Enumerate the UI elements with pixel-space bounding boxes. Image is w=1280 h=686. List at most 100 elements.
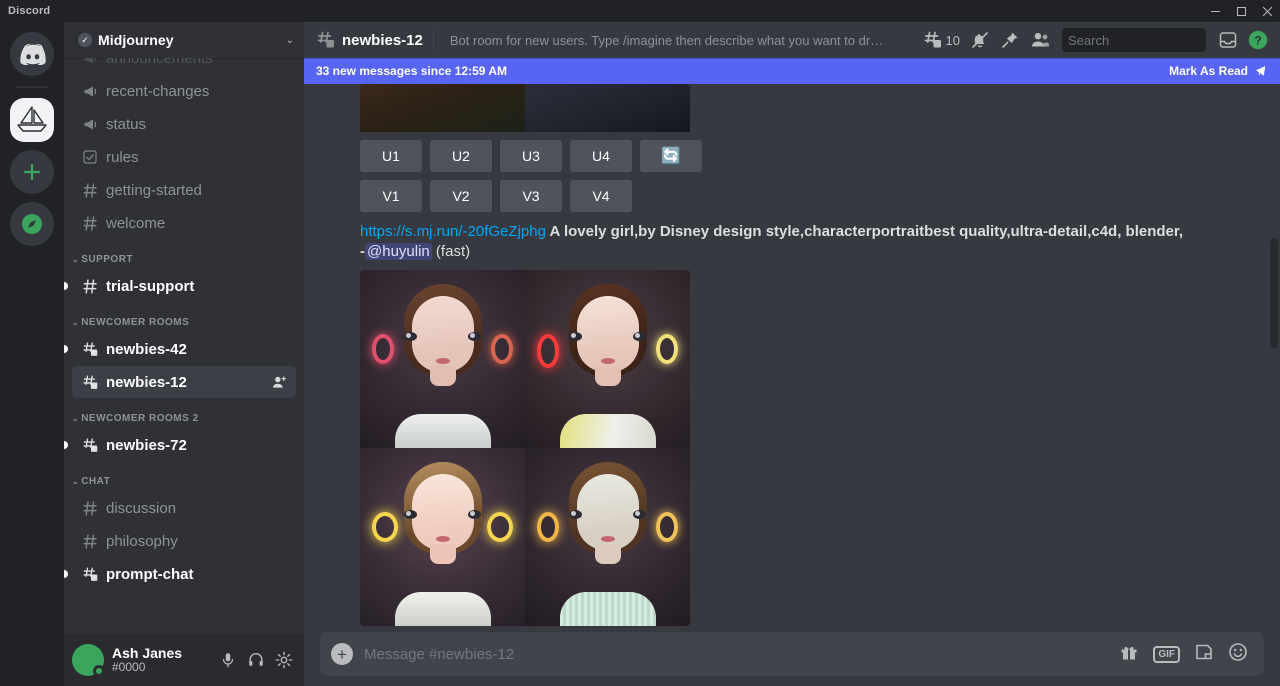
sidebar-channel-discussion[interactable]: discussion [72, 492, 296, 524]
mark-as-read-label: Mark As Read [1169, 64, 1248, 78]
message-list[interactable]: U1 U2 U3 U4 🔄 V1 V2 V3 V4 https:// [304, 58, 1280, 632]
category-support[interactable]: ⌄ SUPPORT [64, 240, 304, 269]
sidebar-channel-recent-changes[interactable]: recent-changes [72, 75, 296, 107]
megaphone-icon [80, 116, 100, 133]
headset-icon[interactable] [244, 648, 268, 672]
mark-as-read-button[interactable]: Mark As Read [1169, 64, 1268, 78]
explore-servers-button[interactable] [10, 202, 54, 246]
channel-label: getting-started [106, 182, 288, 199]
grid-image-4[interactable] [525, 448, 690, 626]
mic-icon[interactable] [216, 648, 240, 672]
prompt-speed-suffix: (fast) [432, 243, 470, 260]
button-reroll[interactable]: 🔄 [640, 140, 702, 172]
guild-header[interactable]: ✓ Midjourney ⌄ [64, 22, 304, 58]
button-u1[interactable]: U1 [360, 140, 422, 172]
button-v4[interactable]: V4 [570, 180, 632, 212]
sidebar-channel-prompt-chat[interactable]: prompt-chat [72, 558, 296, 590]
channel-label: prompt-chat [106, 566, 288, 583]
member-list-button[interactable] [1026, 26, 1054, 54]
settings-gear-icon[interactable] [272, 648, 296, 672]
button-u3[interactable]: U3 [500, 140, 562, 172]
grid-image-2[interactable] [525, 270, 690, 448]
composer-placeholder[interactable]: Message #newbies-12 [364, 646, 1119, 663]
unread-indicator [64, 345, 68, 353]
chevron-down-icon: ⌄ [72, 477, 79, 486]
thread-hash-icon [80, 341, 100, 358]
plus-icon [22, 162, 42, 182]
user-name: Ash Janes [112, 646, 208, 661]
search-box[interactable] [1062, 28, 1206, 52]
server-home-button[interactable] [10, 32, 54, 76]
message-attachment-grid[interactable] [360, 270, 690, 626]
button-u4[interactable]: U4 [570, 140, 632, 172]
channel-sidebar: ✓ Midjourney ⌄ announcements recent-chan… [64, 22, 304, 686]
button-v3[interactable]: V3 [500, 180, 562, 212]
channel-label: welcome [106, 215, 288, 232]
user-panel-icons [216, 648, 296, 672]
threads-button[interactable]: 10 [919, 26, 964, 54]
category-label: SUPPORT [81, 254, 133, 265]
user-tag: #0000 [112, 661, 208, 674]
server-midjourney-button[interactable] [10, 98, 54, 142]
sidebar-channel-trial-support[interactable]: trial-support [72, 270, 296, 302]
status-online-indicator [93, 665, 105, 677]
emoji-icon[interactable] [1228, 642, 1248, 667]
message-composer: + Message #newbies-12 GIF [304, 632, 1280, 686]
user-info[interactable]: Ash Janes #0000 [112, 646, 208, 675]
sidebar-channel-philosophy[interactable]: philosophy [72, 525, 296, 557]
sidebar-channel-newbies-42[interactable]: newbies-42 [72, 333, 296, 365]
sailboat-icon [15, 105, 49, 135]
sidebar-channel-rules[interactable]: rules [72, 141, 296, 173]
new-messages-text: 33 new messages since 12:59 AM [316, 64, 507, 78]
prompt-source-link[interactable]: https://s.mj.run/-20fGeZjphg [360, 223, 546, 240]
sidebar-channel-newbies-12[interactable]: newbies-12 [72, 366, 296, 398]
composer-input-bar[interactable]: + Message #newbies-12 GIF [320, 632, 1264, 676]
title-bar: Discord [0, 0, 1280, 22]
category-chat[interactable]: ⌄ CHAT [64, 462, 304, 491]
button-u2[interactable]: U2 [430, 140, 492, 172]
inbox-button[interactable] [1214, 26, 1242, 54]
sidebar-channel-getting-started[interactable]: getting-started [72, 174, 296, 206]
hash-icon [80, 533, 100, 550]
help-circle-icon: ? [1247, 29, 1269, 51]
megaphone-icon [80, 58, 100, 67]
user-mention[interactable]: @huyulin [365, 243, 432, 260]
minimize-icon [1210, 6, 1221, 17]
avatar[interactable] [72, 644, 104, 676]
grid-image-1[interactable] [360, 270, 525, 448]
sidebar-channel-status[interactable]: status [72, 108, 296, 140]
add-member-icon[interactable] [271, 374, 288, 391]
gif-icon[interactable]: GIF [1153, 646, 1180, 663]
attach-file-button[interactable]: + [320, 632, 364, 676]
rules-icon [80, 149, 100, 165]
sidebar-channel-welcome[interactable]: welcome [72, 207, 296, 239]
upscale-button-row-1: U1 U2 U3 U4 🔄 [360, 140, 1264, 172]
close-icon [1262, 6, 1273, 17]
sidebar-channel-newbies-72[interactable]: newbies-72 [72, 429, 296, 461]
maximize-button[interactable] [1228, 0, 1254, 22]
sticker-icon[interactable] [1194, 642, 1214, 667]
help-button[interactable]: ? [1244, 26, 1272, 54]
plus-circle-icon: + [331, 643, 353, 665]
close-button[interactable] [1254, 0, 1280, 22]
message-scrollbar[interactable] [1270, 238, 1278, 348]
message-attachment-partial[interactable] [360, 84, 690, 132]
notification-settings-button[interactable] [966, 26, 994, 54]
button-v1[interactable]: V1 [360, 180, 422, 212]
attachment-image [525, 84, 690, 132]
category-label: CHAT [81, 476, 110, 487]
chevron-down-icon: ⌄ [72, 414, 79, 423]
gift-icon[interactable] [1119, 642, 1139, 667]
pinned-messages-button[interactable] [996, 26, 1024, 54]
sidebar-channel-announcements[interactable]: announcements [72, 58, 296, 74]
new-messages-banner: 33 new messages since 12:59 AM Mark As R… [304, 58, 1280, 84]
category-newcomer-rooms-2[interactable]: ⌄ NEWCOMER ROOMS 2 [64, 399, 304, 428]
channel-topic[interactable]: Bot room for new users. Type /imagine th… [450, 33, 890, 48]
grid-image-3[interactable] [360, 448, 525, 626]
category-newcomer-rooms[interactable]: ⌄ NEWCOMER ROOMS [64, 303, 304, 332]
unread-indicator [64, 282, 68, 290]
button-v2[interactable]: V2 [430, 180, 492, 212]
minimize-button[interactable] [1202, 0, 1228, 22]
header-toolbar: 10 [919, 26, 1272, 54]
add-server-button[interactable] [10, 150, 54, 194]
